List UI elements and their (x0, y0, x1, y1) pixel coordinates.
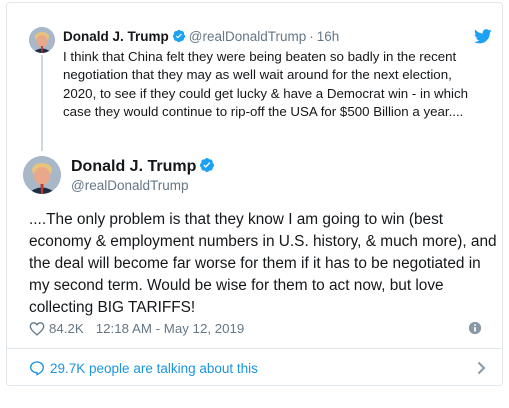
parent-timestamp[interactable]: 16h (317, 29, 340, 44)
speech-bubble-icon (29, 361, 45, 376)
tweet-card: Donald J. Trump @realDonaldTrump · 16h I th… (6, 2, 503, 386)
author-avatar[interactable] (23, 156, 61, 194)
conversation-label: 29.7K people are talking about this (50, 360, 258, 376)
heart-icon[interactable] (29, 321, 45, 336)
author-handle[interactable]: @realDonaldTrump (71, 178, 189, 193)
avatar-portrait-icon (23, 156, 61, 194)
like-count[interactable]: 84.2K (49, 321, 84, 336)
conversation-link[interactable]: 29.7K people are talking about this (7, 349, 502, 387)
header-separator: · (309, 29, 314, 44)
info-icon[interactable] (468, 321, 482, 335)
parent-handle[interactable]: @realDonaldTrump (189, 29, 307, 44)
parent-header: Donald J. Trump @realDonaldTrump · 16h (63, 29, 339, 46)
chevron-right-icon[interactable] (477, 361, 486, 375)
parent-tweet-text: I think that China felt they were being … (63, 49, 469, 120)
author-name-row: Donald J. Trump (71, 157, 218, 178)
thread-connector-line (41, 55, 43, 151)
avatar-portrait-icon (29, 27, 55, 53)
verified-badge-icon (172, 29, 186, 46)
parent-avatar[interactable] (29, 27, 55, 53)
parent-author-name[interactable]: Donald J. Trump (63, 29, 169, 44)
author-name[interactable]: Donald J. Trump (71, 158, 196, 175)
tweet-text: ....The only problem is that they know I… (29, 211, 497, 316)
verified-badge-icon (199, 157, 215, 178)
quoted-parent-tweet[interactable]: Donald J. Trump @realDonaldTrump · 16h I th… (7, 3, 502, 153)
tweet-meta: 84.2K 12:18 AM - May 12, 2019 (29, 321, 244, 336)
twitter-bird-icon[interactable] (474, 29, 492, 44)
tweet-timestamp[interactable]: 12:18 AM - May 12, 2019 (96, 321, 245, 336)
